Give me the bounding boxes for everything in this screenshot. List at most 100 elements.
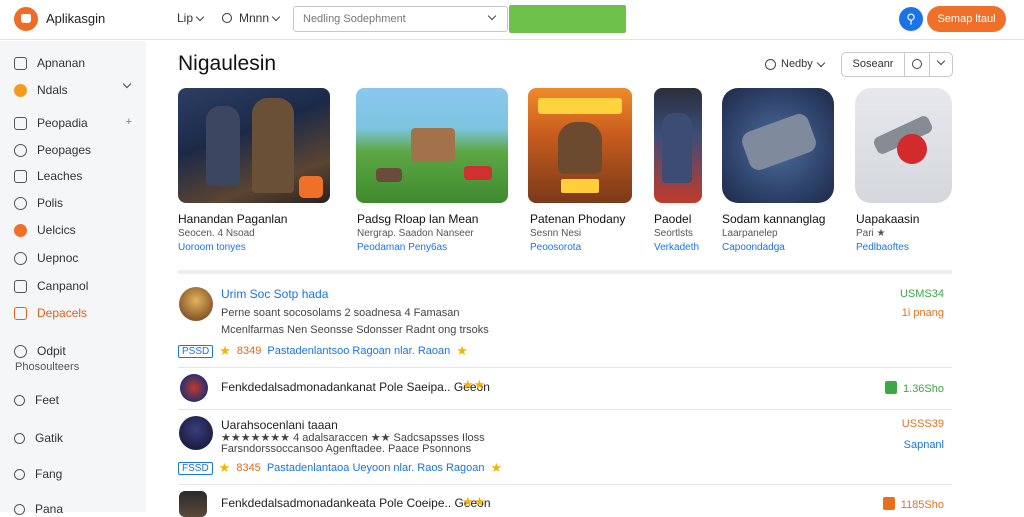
segment-option[interactable]: Soseanr	[842, 53, 905, 76]
sidebar-badge: +	[125, 116, 132, 128]
chevron-down-icon[interactable]	[122, 79, 132, 89]
doc-icon	[14, 169, 27, 183]
search-icon	[14, 432, 25, 444]
section-divider	[178, 270, 952, 274]
price-primary: 1185Sho	[882, 497, 944, 511]
list-item-title[interactable]: Urim Soc Sotp hada	[221, 287, 328, 301]
card-title-5[interactable]: Uapakaasin	[856, 212, 919, 226]
sidebar-item-13[interactable]: Fang	[14, 467, 62, 481]
sidebar-item-1[interactable]: Ndals	[14, 83, 68, 97]
search-icon	[14, 503, 25, 515]
rating-value: 8349	[236, 345, 262, 357]
card-link-2[interactable]: Peoosorota	[530, 242, 581, 253]
price-primary: USSS39	[901, 418, 944, 430]
card-link-0[interactable]: Uoroom tonyes	[178, 242, 246, 253]
segment-dropdown[interactable]	[930, 53, 953, 76]
card-title-1[interactable]: Padsg Rloap lan Mean	[357, 212, 478, 226]
sidebar-item-14[interactable]: Pana	[14, 502, 63, 516]
avatar[interactable]	[179, 491, 207, 517]
sidebar-item-4[interactable]: Leaches	[14, 169, 82, 183]
star-icon: ★★	[462, 377, 486, 392]
card-thumbnail-1[interactable]	[356, 88, 508, 203]
sidebar-item-5[interactable]: Polis	[14, 196, 63, 210]
refresh-icon	[912, 59, 922, 69]
price-badge-icon	[882, 497, 895, 510]
list-item-title[interactable]: Fenkdedalsadmonadankanat Pole Saeipa.. G…	[221, 380, 490, 394]
card-link-3[interactable]: Verkadeth	[654, 242, 699, 253]
primary-action-button[interactable]	[509, 5, 626, 33]
list-item-title[interactable]: Fenkdedalsadmonadankeata Pole Coeipe.. G…	[221, 496, 491, 510]
box-icon	[14, 116, 27, 130]
card-thumbnail-3[interactable]	[654, 88, 702, 203]
card-title-3[interactable]: Paodel	[654, 212, 691, 226]
sidebar-item-3[interactable]: Peopages	[14, 143, 91, 157]
sidebar-item-8[interactable]: Canpanol	[14, 279, 88, 293]
nav-menu-1[interactable]: Lip	[177, 11, 205, 25]
sort-dropdown[interactable]: Nedby	[765, 58, 826, 70]
list-item-title[interactable]: Uarahsocenlani taaan	[221, 418, 338, 432]
card-title-4[interactable]: Sodam kannanglag	[722, 212, 825, 226]
chevron-down-icon	[271, 12, 281, 21]
search-icon	[222, 13, 232, 23]
price-badge-icon	[885, 381, 898, 394]
card-link-5[interactable]: Pedlbaoftes	[856, 242, 909, 253]
list-item-meta: PSSD ★ 8349 Pastadenlantsoo Ragoan nlar.…	[178, 343, 468, 359]
star-icon: ★	[456, 343, 468, 358]
card-title-2[interactable]: Patenan Phodany	[530, 212, 625, 226]
card-thumbnail-0[interactable]	[178, 88, 330, 203]
bag-icon	[14, 56, 27, 70]
star-icon: ★	[218, 460, 231, 475]
sort-icon	[765, 58, 776, 70]
list-icon	[14, 306, 27, 320]
card-thumbnail-5[interactable]	[855, 88, 952, 203]
avatar[interactable]	[179, 416, 213, 450]
refresh-button[interactable]	[905, 53, 930, 76]
sidebar-item-2[interactable]: Peopadia	[14, 116, 88, 130]
search-icon	[14, 394, 25, 406]
card-link-4[interactable]: Capoondadga	[722, 242, 785, 253]
list-item-text: Farsndorssoccansoo Agenftadee. Paace Pso…	[221, 443, 472, 455]
sidebar-item-11[interactable]: Feet	[14, 393, 59, 407]
sidebar-item-0[interactable]: Apnanan	[14, 56, 85, 70]
card-thumbnail-4[interactable]	[722, 88, 834, 203]
chevron-down-icon	[487, 11, 497, 21]
page-title: Nigaulesin	[178, 52, 277, 75]
nav-menu-2[interactable]: Mnnn	[222, 11, 281, 25]
avatar[interactable]	[180, 374, 208, 402]
price-primary: 1.36Sho	[885, 381, 944, 395]
circle-icon	[14, 83, 27, 97]
row-divider	[178, 367, 952, 368]
star-icon: ★★	[462, 494, 486, 509]
price-primary: USMS34	[899, 288, 944, 300]
meta-link[interactable]: Pastadenlantsoo Ragoan nlar. Raoan	[267, 345, 450, 357]
sidebar-item-7[interactable]: Uepnoc	[14, 251, 78, 265]
avatar[interactable]	[179, 287, 213, 321]
sidebar: Apnanan Ndals Peopadia + Peopages Leache…	[0, 41, 146, 516]
sidebar-item-6[interactable]: Uelcics	[14, 223, 76, 237]
row-divider	[178, 484, 952, 485]
app-logo-icon[interactable]	[14, 7, 38, 31]
price-secondary: 1i pnang	[901, 307, 944, 319]
search-input[interactable]: Nedling Sodephment	[293, 6, 508, 32]
gear-icon	[14, 143, 27, 157]
sidebar-item-10[interactable]: Odpit	[14, 344, 66, 358]
card-link-1[interactable]: Peodaman Peny6as	[357, 242, 447, 253]
card-thumbnail-2[interactable]	[528, 88, 632, 203]
play-icon	[14, 223, 27, 237]
card-title-0[interactable]: Hanandan Paganlan	[178, 212, 287, 226]
top-bar: Aplikasgin Lip Mnnn Nedling Sodephment ⚲…	[0, 0, 1024, 40]
chat-icon	[14, 196, 27, 210]
card-sub-4: Laarpanelep	[722, 228, 778, 239]
list-item-text: Mcenlfarmas Nen Seonsse Sdonsser Radnt o…	[221, 324, 489, 336]
card-sub-1: Nergrap. Saadon Nanseer	[357, 228, 474, 239]
card-sub-3: Seortlsts	[654, 228, 693, 239]
sidebar-item-12[interactable]: Gatik	[14, 431, 63, 445]
square-icon	[14, 279, 27, 293]
meta-link[interactable]: Pastadenlantaoa Ueyoon nlar. Raos Ragoan	[267, 462, 485, 474]
card-sub-2: Sesnn Nesi	[530, 228, 582, 239]
sidebar-item-9[interactable]: Depacels	[14, 306, 87, 320]
chevron-down-icon	[816, 58, 826, 67]
person-icon[interactable]: ⚲	[899, 7, 923, 31]
signin-button[interactable]: Semap ltaul	[927, 6, 1006, 32]
price-secondary: Sapnanl	[903, 439, 944, 451]
